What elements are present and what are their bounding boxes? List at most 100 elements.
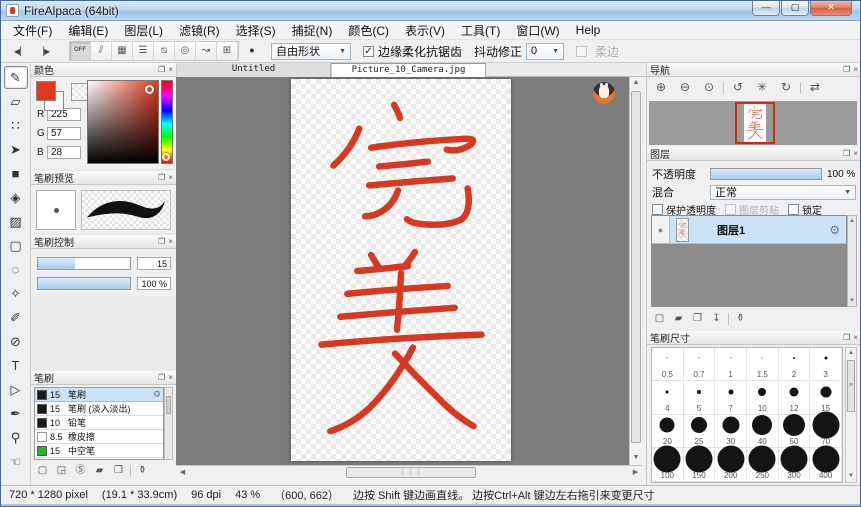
scroll-down-arrow[interactable]: ▼ (630, 452, 642, 465)
vertical-scroll-thumb[interactable] (631, 91, 641, 443)
import-brush-button[interactable]: ◲ (54, 464, 69, 478)
rotate-left-button[interactable]: ↺ (728, 79, 748, 97)
float-panel-icon[interactable]: ❐ (158, 64, 165, 76)
brush-size-40[interactable]: 40 (747, 415, 779, 448)
move-tool[interactable]: ➤ (4, 138, 28, 161)
delete-layer-button[interactable]: ⚱ (733, 312, 748, 326)
brush-tool[interactable]: ✎ (4, 66, 28, 89)
fill-tool[interactable]: ■ (4, 162, 28, 185)
brush-size-0.5[interactable]: 0.5 (652, 348, 684, 381)
minimize-button[interactable]: — (752, 1, 780, 16)
menu-item-edit[interactable]: 编辑(E) (60, 21, 116, 40)
menu-item-select[interactable]: 选择(S) (228, 21, 284, 40)
gradient-tool[interactable]: ▨ (4, 210, 28, 233)
duplicate-layer-button[interactable]: ❐ (690, 312, 705, 326)
brush-size-50[interactable]: 50 (779, 415, 811, 448)
brush-folder-button[interactable]: ▰ (92, 464, 107, 478)
close-panel-icon[interactable]: × (168, 64, 173, 76)
canvas-page[interactable] (291, 79, 511, 461)
hand-tool[interactable]: ☜ (4, 450, 28, 473)
menu-item-filter[interactable]: 滤镜(R) (171, 21, 228, 40)
brush-opacity-slider[interactable] (37, 277, 131, 290)
close-panel-icon[interactable]: × (853, 148, 858, 160)
nav-back-button[interactable]: ◀▏ (9, 42, 31, 60)
layer-row[interactable]: ● 图层1 ⚙ (652, 216, 846, 244)
shape-select[interactable]: 自由形状 ▼ (271, 43, 351, 60)
zoom-reset-button[interactable]: ⊙ (699, 79, 719, 97)
float-panel-icon[interactable]: ❐ (843, 148, 850, 160)
blend-mode-select[interactable]: 正常 ▼ (710, 185, 856, 200)
brush-item[interactable]: 8.5橡皮擦 (35, 430, 163, 444)
hue-marker[interactable] (162, 153, 170, 161)
lock-checkbox[interactable] (788, 204, 799, 215)
brush-size-scrollbar[interactable]: ▲≡▼ (845, 347, 857, 483)
menu-item-snap[interactable]: 捕捉(N) (284, 21, 341, 40)
brush-size-15[interactable]: 15 (810, 382, 842, 415)
gear-icon[interactable]: ⚙ (153, 389, 161, 400)
text-tool[interactable]: T (4, 354, 28, 377)
soft-edge-checkbox[interactable] (576, 46, 587, 57)
scroll-left-arrow[interactable]: ◀ (176, 466, 189, 479)
add-brush-button[interactable]: ▢ (35, 464, 50, 478)
layer-opacity-slider[interactable] (710, 168, 822, 180)
brush-size-slider[interactable] (37, 257, 131, 270)
close-panel-icon[interactable]: × (168, 236, 173, 248)
brush-size-12[interactable]: 12 (779, 382, 811, 415)
duplicate-brush-button[interactable]: ❐ (111, 464, 126, 478)
canvas-viewport[interactable] (176, 77, 629, 465)
merge-layer-button[interactable]: ↧ (709, 312, 724, 326)
snap-perspective-button[interactable]: ⊞ (217, 42, 238, 60)
close-panel-icon[interactable]: × (168, 372, 173, 384)
eyedropper-tool[interactable]: ⚲ (4, 426, 28, 449)
scroll-up-arrow[interactable]: ▲ (630, 77, 642, 90)
brush-size-300[interactable]: 300 (779, 449, 811, 482)
canvas-horizontal-scrollbar[interactable]: ◀ ⋮⋮⋮ ▶ (176, 465, 642, 479)
clipping-checkbox[interactable] (725, 204, 736, 215)
protect-alpha-checkbox[interactable] (652, 204, 663, 215)
navigator-view-rectangle[interactable] (735, 102, 775, 144)
bucket-tool[interactable]: ◈ (4, 186, 28, 209)
rotate-right-button[interactable]: ↻ (776, 79, 796, 97)
hue-slider[interactable] (161, 80, 173, 164)
close-panel-icon[interactable]: × (853, 64, 858, 76)
float-panel-icon[interactable]: ❐ (843, 64, 850, 76)
magic-wand-tool[interactable]: ✧ (4, 282, 28, 305)
brush-size-7[interactable]: 7 (715, 382, 747, 415)
antialias-checkbox[interactable]: ✓ (363, 46, 374, 57)
green-input[interactable]: 57 (47, 127, 81, 140)
layer-visibility-icon[interactable]: ● (652, 216, 670, 243)
brush-size-4[interactable]: 4 (652, 382, 684, 415)
sv-marker[interactable] (145, 85, 154, 94)
snap-grid-button[interactable]: ▦ (112, 42, 133, 60)
float-panel-icon[interactable]: ❐ (158, 372, 165, 384)
snap-hatch-button[interactable]: ⧅ (154, 42, 175, 60)
brush-list-scrollbar[interactable] (164, 387, 173, 460)
tab-untitled[interactable]: Untitled (176, 63, 331, 77)
close-panel-icon[interactable]: × (853, 332, 858, 344)
brush-item[interactable]: 15笔刷⚙ (35, 388, 163, 402)
menu-item-help[interactable]: Help (568, 22, 609, 38)
canvas-vertical-scrollbar[interactable]: ▲ ▼ (629, 77, 642, 465)
snap-concentric-button[interactable]: ◎ (175, 42, 196, 60)
brush-size-25[interactable]: 25 (684, 415, 716, 448)
blue-input[interactable]: 28 (47, 146, 81, 159)
operation-tool[interactable]: ▷ (4, 378, 28, 401)
menu-item-file[interactable]: 文件(F) (5, 21, 60, 40)
brush-size-70[interactable]: 70 (810, 415, 842, 448)
pen-tool[interactable]: ✒ (4, 402, 28, 425)
script-brush-button[interactable]: Ⓢ (73, 464, 88, 478)
add-layer-button[interactable]: ▢ (652, 312, 667, 326)
brush-size-20[interactable]: 20 (652, 415, 684, 448)
zoom-out-button[interactable]: ⊖ (675, 79, 695, 97)
maximize-button[interactable]: ▢ (781, 1, 809, 16)
brush-size-400[interactable]: 400 (810, 449, 842, 482)
brush-size-200[interactable]: 200 (715, 449, 747, 482)
brush-size-5[interactable]: 5 (684, 382, 716, 415)
brush-size-150[interactable]: 150 (684, 449, 716, 482)
rotate-reset-button[interactable]: ✳ (752, 79, 772, 97)
saturation-value-picker[interactable] (87, 80, 159, 164)
snap-off-button[interactable]: OFF (70, 42, 91, 60)
close-panel-icon[interactable]: × (168, 172, 173, 184)
nav-forward-button[interactable]: ▕▶ (33, 42, 55, 60)
brush-item[interactable]: 10铅笔 (35, 416, 163, 430)
